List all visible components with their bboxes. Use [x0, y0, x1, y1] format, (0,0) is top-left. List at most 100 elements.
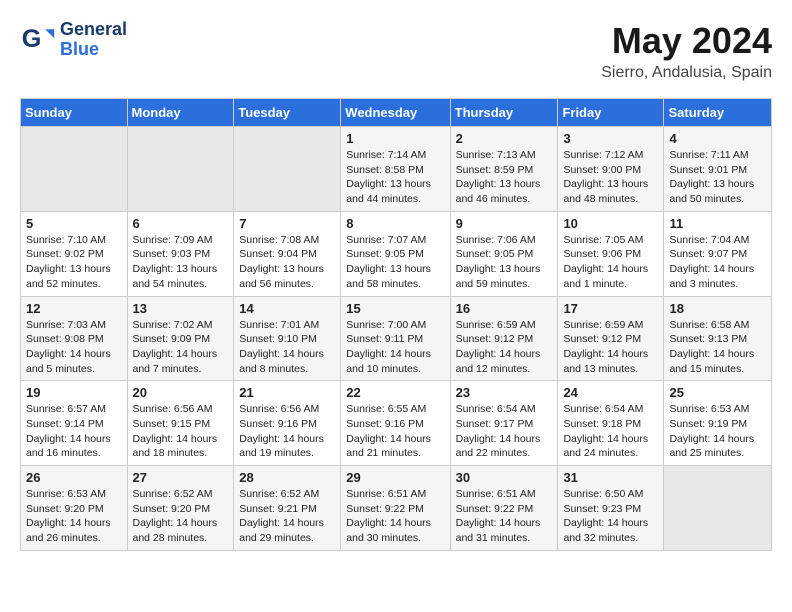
calendar-cell: 1 Sunrise: 7:14 AMSunset: 8:58 PMDaylight… — [341, 127, 450, 212]
day-number: 16 — [456, 301, 553, 316]
title-block: May 2024 Sierro, Andalusia, Spain — [601, 20, 772, 82]
calendar-cell: 28Sunrise: 6:52 AMSunset: 9:21 PMDayligh… — [234, 466, 341, 551]
day-number: 18 — [669, 301, 766, 316]
calendar-cell: 14Sunrise: 7:01 AMSunset: 9:10 PMDayligh… — [234, 296, 341, 381]
cell-content: Sunrise: 6:50 AMSunset: 9:23 PMDaylight:… — [563, 487, 658, 546]
calendar-cell: 9Sunrise: 7:06 AMSunset: 9:05 PMDaylight… — [450, 211, 558, 296]
calendar-cell — [127, 127, 234, 212]
cell-content: Sunrise: 7:05 AMSunset: 9:06 PMDaylight:… — [563, 233, 658, 292]
day-number: 1 — [346, 131, 444, 146]
day-number: 27 — [133, 470, 229, 485]
cell-content: Sunrise: 6:56 AMSunset: 9:16 PMDaylight:… — [239, 402, 335, 461]
calendar-cell: 18 Sunrise: 6:58 AMSunset: 9:13 PMDayligh… — [664, 296, 772, 381]
calendar-cell: 16 Sunrise: 6:59 AMSunset: 9:12 PMDayligh… — [450, 296, 558, 381]
day-number: 15 — [346, 301, 444, 316]
location-title: Sierro, Andalusia, Spain — [601, 64, 772, 82]
day-number: 29 — [346, 470, 444, 485]
calendar-cell: 15Sunrise: 7:00 AMSunset: 9:11 PMDayligh… — [341, 296, 450, 381]
day-number: 24 — [563, 385, 658, 400]
cell-content: Sunrise: 6:53 AMSunset: 9:19 PMDaylight:… — [669, 402, 766, 461]
weekday-header-sunday: Sunday — [21, 99, 128, 127]
calendar-cell: 11 Sunrise: 7:04 AMSunset: 9:07 PMDayligh… — [664, 211, 772, 296]
cell-content: Sunrise: 7:14 AMSunset: 8:58 PMDaylight:… — [346, 148, 444, 207]
day-number: 13 — [133, 301, 229, 316]
calendar-body: 1 Sunrise: 7:14 AMSunset: 8:58 PMDaylight… — [21, 127, 772, 551]
cell-content: Sunrise: 7:06 AMSunset: 9:05 PMDaylight:… — [456, 233, 553, 292]
cell-content: Sunrise: 6:58 AMSunset: 9:13 PMDaylight:… — [669, 318, 766, 377]
day-number: 30 — [456, 470, 553, 485]
day-number: 7 — [239, 216, 335, 231]
day-number: 6 — [133, 216, 229, 231]
calendar-cell: 10 Sunrise: 7:05 AMSunset: 9:06 PMDayligh… — [558, 211, 664, 296]
calendar-cell: 2 Sunrise: 7:13 AMSunset: 8:59 PMDaylight… — [450, 127, 558, 212]
day-number: 8 — [346, 216, 444, 231]
calendar-cell: 4Sunrise: 7:11 AMSunset: 9:01 PMDaylight… — [664, 127, 772, 212]
day-number: 31 — [563, 470, 658, 485]
calendar-table: SundayMondayTuesdayWednesdayThursdayFrid… — [20, 98, 772, 551]
calendar-cell: 30Sunrise: 6:51 AMSunset: 9:22 PMDayligh… — [450, 466, 558, 551]
calendar-cell: 29 Sunrise: 6:51 AMSunset: 9:22 PMDayligh… — [341, 466, 450, 551]
day-number: 26 — [26, 470, 122, 485]
cell-content: Sunrise: 7:13 AMSunset: 8:59 PMDaylight:… — [456, 148, 553, 207]
weekday-header-monday: Monday — [127, 99, 234, 127]
calendar-cell: 22 Sunrise: 6:55 AMSunset: 9:16 PMDayligh… — [341, 381, 450, 466]
calendar-cell — [21, 127, 128, 212]
calendar-cell: 25 Sunrise: 6:53 AMSunset: 9:19 PMDayligh… — [664, 381, 772, 466]
calendar-cell: 8 Sunrise: 7:07 AMSunset: 9:05 PMDaylight… — [341, 211, 450, 296]
page-header: G General Blue May 2024 Sierro, Andalusi… — [20, 20, 772, 82]
calendar-cell: 27 Sunrise: 6:52 AMSunset: 9:20 PMDayligh… — [127, 466, 234, 551]
cell-content: Sunrise: 6:54 AMSunset: 9:18 PMDaylight:… — [563, 402, 658, 461]
cell-content: Sunrise: 7:09 AMSunset: 9:03 PMDaylight:… — [133, 233, 229, 292]
day-number: 22 — [346, 385, 444, 400]
calendar-cell: 6 Sunrise: 7:09 AMSunset: 9:03 PMDaylight… — [127, 211, 234, 296]
logo-blue: Blue — [60, 40, 127, 60]
day-number: 19 — [26, 385, 122, 400]
month-title: May 2024 — [601, 20, 772, 62]
calendar-cell: 13 Sunrise: 7:02 AMSunset: 9:09 PMDayligh… — [127, 296, 234, 381]
calendar-week-3: 12 Sunrise: 7:03 AMSunset: 9:08 PMDayligh… — [21, 296, 772, 381]
day-number: 23 — [456, 385, 553, 400]
cell-content: Sunrise: 7:08 AMSunset: 9:04 PMDaylight:… — [239, 233, 335, 292]
calendar-cell: 26 Sunrise: 6:53 AMSunset: 9:20 PMDayligh… — [21, 466, 128, 551]
day-number: 4 — [669, 131, 766, 146]
calendar-week-2: 5Sunrise: 7:10 AMSunset: 9:02 PMDaylight… — [21, 211, 772, 296]
day-number: 11 — [669, 216, 766, 231]
cell-content: Sunrise: 7:10 AMSunset: 9:02 PMDaylight:… — [26, 233, 122, 292]
weekday-header-tuesday: Tuesday — [234, 99, 341, 127]
logo-text: General Blue — [60, 20, 127, 60]
cell-content: Sunrise: 7:03 AMSunset: 9:08 PMDaylight:… — [26, 318, 122, 377]
svg-text:G: G — [22, 25, 42, 53]
cell-content: Sunrise: 7:04 AMSunset: 9:07 PMDaylight:… — [669, 233, 766, 292]
cell-content: Sunrise: 6:57 AMSunset: 9:14 PMDaylight:… — [26, 402, 122, 461]
logo: G General Blue — [20, 20, 127, 60]
cell-content: Sunrise: 7:01 AMSunset: 9:10 PMDaylight:… — [239, 318, 335, 377]
calendar-cell: 19 Sunrise: 6:57 AMSunset: 9:14 PMDayligh… — [21, 381, 128, 466]
cell-content: Sunrise: 6:53 AMSunset: 9:20 PMDaylight:… — [26, 487, 122, 546]
cell-content: Sunrise: 6:59 AMSunset: 9:12 PMDaylight:… — [563, 318, 658, 377]
calendar-cell: 20 Sunrise: 6:56 AMSunset: 9:15 PMDayligh… — [127, 381, 234, 466]
day-number: 21 — [239, 385, 335, 400]
day-number: 12 — [26, 301, 122, 316]
calendar-header: SundayMondayTuesdayWednesdayThursdayFrid… — [21, 99, 772, 127]
logo-icon: G — [20, 22, 56, 58]
cell-content: Sunrise: 7:07 AMSunset: 9:05 PMDaylight:… — [346, 233, 444, 292]
cell-content: Sunrise: 6:55 AMSunset: 9:16 PMDaylight:… — [346, 402, 444, 461]
calendar-cell: 5Sunrise: 7:10 AMSunset: 9:02 PMDaylight… — [21, 211, 128, 296]
calendar-cell: 17Sunrise: 6:59 AMSunset: 9:12 PMDayligh… — [558, 296, 664, 381]
day-number: 28 — [239, 470, 335, 485]
calendar-cell: 21 Sunrise: 6:56 AMSunset: 9:16 PMDayligh… — [234, 381, 341, 466]
day-number: 25 — [669, 385, 766, 400]
cell-content: Sunrise: 6:51 AMSunset: 9:22 PMDaylight:… — [346, 487, 444, 546]
day-number: 2 — [456, 131, 553, 146]
weekday-header-friday: Friday — [558, 99, 664, 127]
weekday-header-thursday: Thursday — [450, 99, 558, 127]
weekday-header-row: SundayMondayTuesdayWednesdayThursdayFrid… — [21, 99, 772, 127]
cell-content: Sunrise: 6:59 AMSunset: 9:12 PMDaylight:… — [456, 318, 553, 377]
day-number: 20 — [133, 385, 229, 400]
calendar-cell: 7 Sunrise: 7:08 AMSunset: 9:04 PMDaylight… — [234, 211, 341, 296]
calendar-week-5: 26 Sunrise: 6:53 AMSunset: 9:20 PMDayligh… — [21, 466, 772, 551]
cell-content: Sunrise: 7:02 AMSunset: 9:09 PMDaylight:… — [133, 318, 229, 377]
day-number: 10 — [563, 216, 658, 231]
cell-content: Sunrise: 6:52 AMSunset: 9:20 PMDaylight:… — [133, 487, 229, 546]
cell-content: Sunrise: 6:56 AMSunset: 9:15 PMDaylight:… — [133, 402, 229, 461]
